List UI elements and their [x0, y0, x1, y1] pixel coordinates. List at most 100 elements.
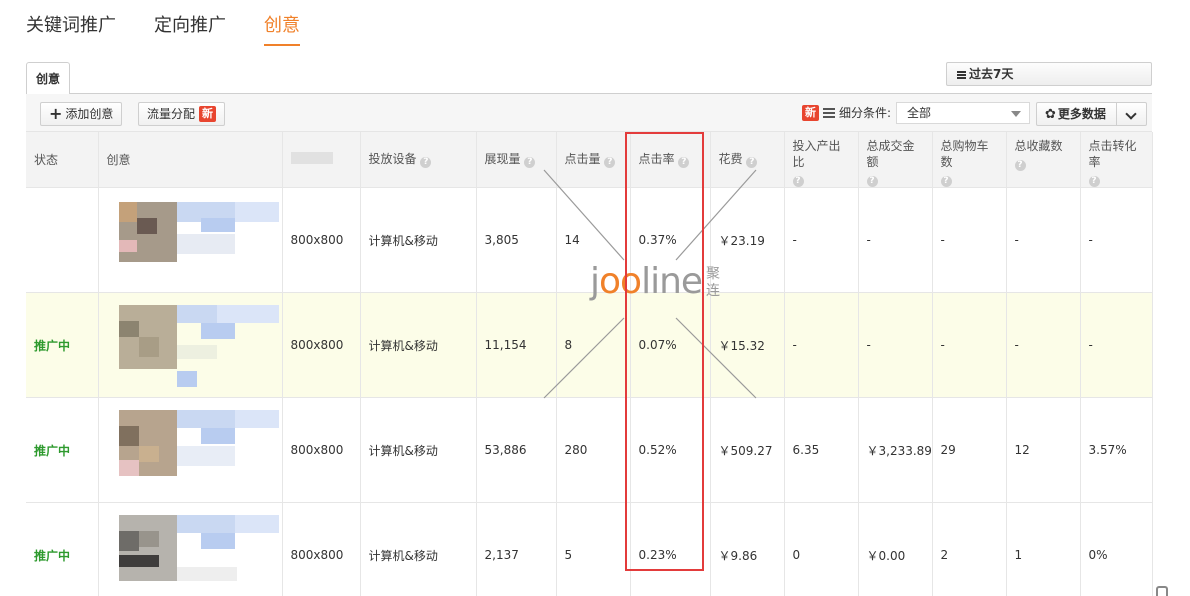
roi-cell: 6.35 — [784, 397, 859, 503]
creative-panel: 创意 过去7天 + 添加创意 流量分配新 新 细分条件: 全部 ✿ 更多数据 状态 … — [26, 62, 1153, 596]
creative-cell[interactable] — [98, 397, 283, 503]
blurred-header — [290, 151, 333, 164]
help-icon[interactable]: ? — [604, 157, 616, 168]
more-data-button[interactable]: ✿ 更多数据 — [1036, 102, 1147, 126]
segment-filter-label: 新 细分条件: — [802, 104, 891, 122]
roi-cell: - — [784, 187, 859, 293]
col-cost[interactable]: 花费 ? — [710, 132, 785, 188]
add-creative-label: 添加创意 — [65, 107, 114, 121]
help-icon[interactable]: ? — [420, 157, 432, 168]
gmv-cell: ￥0.00 — [858, 502, 933, 596]
col-size — [282, 132, 361, 188]
more-data-dropdown[interactable] — [1115, 103, 1146, 125]
help-icon[interactable]: ? — [792, 176, 804, 187]
segment-filter-select[interactable]: 全部 — [896, 102, 1030, 124]
creative-cell[interactable] — [98, 187, 283, 293]
creative-thumbnail[interactable] — [105, 406, 279, 494]
new-badge: 新 — [199, 106, 217, 122]
help-icon[interactable]: ? — [1088, 176, 1100, 187]
cost-cell: ￥23.19 — [710, 187, 785, 293]
status-cell — [26, 187, 99, 293]
table-row[interactable]: 推广中 800x800 计算机&移动 53,886 280 0.52% ￥509.27 6.3… — [26, 397, 1153, 503]
creative-thumbnail[interactable] — [105, 511, 279, 596]
add-creative-button[interactable]: + 添加创意 — [40, 102, 123, 126]
clicks-cell: 5 — [556, 502, 631, 596]
cvr-cell: 3.57% — [1080, 397, 1153, 503]
sub-tab-creative[interactable]: 创意 — [26, 62, 70, 95]
roi-cell: - — [784, 292, 859, 398]
size-cell: 800x800 — [282, 187, 361, 293]
col-clicks[interactable]: 点击量 ? — [556, 132, 631, 188]
help-icon[interactable]: ? — [524, 157, 536, 168]
cart-cell: - — [932, 292, 1007, 398]
fav-cell: - — [1006, 187, 1081, 293]
device-cell: 计算机&移动 — [360, 292, 477, 398]
help-icon[interactable]: ? — [940, 176, 952, 187]
cart-cell: 29 — [932, 397, 1007, 503]
date-range-label: 过去7天 — [969, 67, 1014, 81]
help-icon[interactable]: ? — [866, 176, 878, 187]
gear-icon: ✿ — [1045, 107, 1056, 122]
help-icon[interactable]: ? — [1014, 160, 1026, 171]
fav-cell: 1 — [1006, 502, 1081, 596]
tab-creative[interactable]: 创意 — [264, 14, 300, 46]
table-row[interactable]: 推广中 800x800 计算机&移动 11,154 8 0.07% ￥15.32- - - - - — [26, 292, 1153, 398]
gmv-cell: - — [858, 187, 933, 293]
device-cell: 计算机&移动 — [360, 502, 477, 596]
table-row[interactable]: 推广中 800x800 计算机&移动 2,137 5 0.23% ￥9.86 0 ￥0.00 2 1… — [26, 502, 1153, 596]
col-impressions[interactable]: 展现量 ? — [476, 132, 557, 188]
gmv-cell: ￥3,233.89 — [858, 397, 933, 503]
col-gmv[interactable]: 总成交金额? — [858, 132, 933, 188]
help-icon[interactable]: ? — [746, 157, 758, 168]
creative-thumbnail[interactable] — [105, 301, 279, 389]
cost-cell: ￥509.27 — [710, 397, 785, 503]
ctr-cell: 0.23% — [630, 502, 711, 596]
size-cell: 800x800 — [282, 502, 361, 596]
toolbar: + 添加创意 流量分配新 新 细分条件: 全部 ✿ 更多数据 — [26, 94, 1152, 132]
creative-thumbnail[interactable] — [105, 196, 279, 284]
traffic-allocation-button[interactable]: 流量分配新 — [138, 102, 226, 126]
tab-keyword-promotion[interactable]: 关键词推广 — [26, 14, 116, 46]
date-range-button[interactable]: 过去7天 — [946, 62, 1152, 86]
list-icon — [823, 106, 835, 120]
col-device[interactable]: 投放设备 ? — [360, 132, 477, 188]
ctr-cell: 0.07% — [630, 292, 711, 398]
col-fav[interactable]: 总收藏数? — [1006, 132, 1081, 188]
ctr-cell: 0.37% — [630, 187, 711, 293]
help-icon[interactable]: ? — [678, 157, 690, 168]
status-cell: 推广中 — [26, 502, 99, 596]
cvr-cell: - — [1080, 292, 1153, 398]
impressions-cell: 3,805 — [476, 187, 557, 293]
cart-cell: 2 — [932, 502, 1007, 596]
device-cell: 计算机&移动 — [360, 397, 477, 503]
caret-down-icon — [1011, 111, 1021, 117]
table-row[interactable]: 800x800 计算机&移动 3,805 14 0.37% ￥23.19- - - - - — [26, 187, 1153, 293]
cvr-cell: - — [1080, 187, 1153, 293]
fav-cell: 12 — [1006, 397, 1081, 503]
col-roi[interactable]: 投入产出比? — [784, 132, 859, 188]
cost-cell: ￥15.32 — [710, 292, 785, 398]
traffic-allocation-label: 流量分配 — [147, 107, 196, 121]
plus-icon: + — [49, 104, 63, 123]
feedback-icon[interactable] — [1156, 586, 1168, 596]
roi-cell: 0 — [784, 502, 859, 596]
creative-cell[interactable] — [98, 292, 283, 398]
table-header-row: 状态 创意 投放设备 ? 展现量 ? 点击量 ? 点击率 ? 花费 ? 投入产出… — [26, 132, 1153, 188]
col-cart[interactable]: 总购物车数? — [932, 132, 1007, 188]
clicks-cell: 14 — [556, 187, 631, 293]
calendar-icon — [957, 70, 966, 79]
device-cell: 计算机&移动 — [360, 187, 477, 293]
cost-cell: ￥9.86 — [710, 502, 785, 596]
col-cvr[interactable]: 点击转化率? — [1080, 132, 1153, 188]
col-creative: 创意 — [98, 132, 283, 188]
status-cell: 推广中 — [26, 292, 99, 398]
more-data-label: 更多数据 — [1057, 107, 1106, 121]
cart-cell: - — [932, 187, 1007, 293]
filter-label: 细分条件: — [839, 106, 892, 120]
new-badge: 新 — [802, 105, 819, 121]
gmv-cell: - — [858, 292, 933, 398]
col-ctr[interactable]: 点击率 ? — [630, 132, 711, 188]
tab-targeted-promotion[interactable]: 定向推广 — [154, 14, 226, 46]
creative-cell[interactable] — [98, 502, 283, 596]
impressions-cell: 11,154 — [476, 292, 557, 398]
